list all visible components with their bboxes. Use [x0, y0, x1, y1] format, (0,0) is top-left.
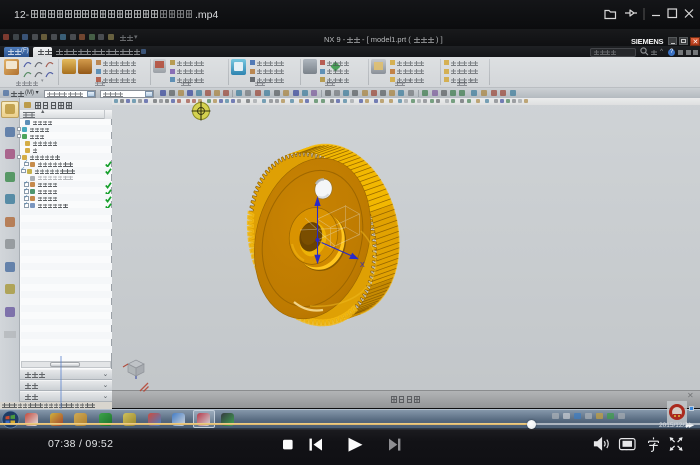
- svg-text:X: X: [360, 262, 365, 269]
